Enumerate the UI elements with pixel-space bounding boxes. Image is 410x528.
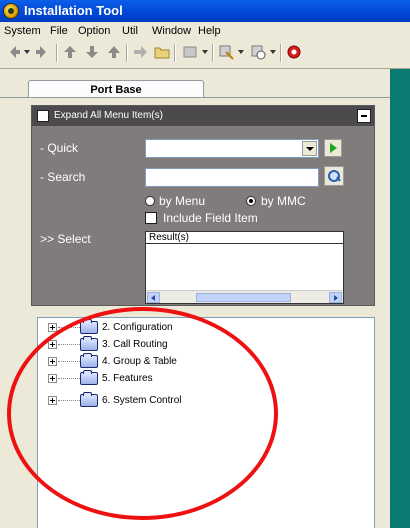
toolbar-separator (212, 44, 214, 62)
side-strip (390, 69, 410, 528)
upload-icon[interactable] (62, 44, 78, 60)
by-menu-radio[interactable] (145, 196, 155, 206)
quick-label: - Quick (40, 141, 79, 155)
menu-window[interactable]: Window (152, 25, 191, 37)
select-label: >> Select (40, 232, 91, 246)
result-column-header: Result(s) (145, 231, 344, 244)
tab-divider (0, 97, 390, 98)
collapse-button[interactable] (357, 109, 371, 123)
by-mmc-radio[interactable] (246, 196, 256, 206)
chevron-down-icon[interactable] (270, 50, 276, 54)
panel-header: Expand All Menu Item(s) (32, 106, 374, 126)
stop-icon[interactable] (286, 44, 302, 60)
download-icon[interactable] (84, 44, 100, 60)
toolbar (0, 40, 410, 69)
by-mmc-label: by MMC (261, 194, 306, 208)
tab-port-base[interactable]: Port Base (28, 80, 204, 98)
menu-help[interactable]: Help (198, 25, 221, 37)
up-icon[interactable] (106, 44, 122, 60)
go-button[interactable] (324, 139, 342, 157)
chevron-down-icon[interactable] (202, 50, 208, 54)
menu-util[interactable]: Util (122, 25, 138, 37)
toolbar-separator (280, 44, 282, 62)
menu-bar: System File Option Util Window Help (0, 22, 410, 40)
arrow-icon[interactable] (132, 44, 148, 60)
window-icon[interactable] (182, 44, 198, 60)
search-input[interactable] (145, 168, 319, 187)
chevron-down-icon[interactable] (238, 50, 244, 54)
toolbar-separator (126, 44, 128, 62)
include-field-label: Include Field Item (163, 211, 258, 225)
chevron-down-icon[interactable] (24, 50, 30, 54)
toolbar-separator (56, 44, 58, 62)
forward-icon[interactable] (34, 44, 50, 60)
chevron-down-icon[interactable] (302, 141, 317, 156)
schedule-icon[interactable] (250, 44, 266, 60)
scroll-left-icon[interactable] (147, 292, 160, 303)
expand-all-label: Expand All Menu Item(s) (54, 110, 163, 121)
app-icon (3, 3, 19, 19)
quick-combobox[interactable] (145, 139, 319, 158)
window-title: Installation Tool (24, 3, 123, 18)
scroll-right-icon[interactable] (329, 292, 342, 303)
annotation-circle (7, 307, 278, 520)
search-panel: Expand All Menu Item(s) - Quick - Search… (31, 105, 375, 306)
settings-icon[interactable] (218, 44, 234, 60)
include-field-checkbox[interactable] (145, 212, 157, 224)
menu-file[interactable]: File (50, 25, 68, 37)
toolbar-separator (174, 44, 176, 62)
horizontal-scrollbar[interactable] (146, 290, 343, 303)
open-folder-icon[interactable] (154, 44, 170, 60)
menu-system[interactable]: System (4, 25, 41, 37)
result-list[interactable] (145, 244, 344, 304)
expand-all-checkbox[interactable] (37, 110, 49, 122)
menu-option[interactable]: Option (78, 25, 110, 37)
search-label: - Search (40, 170, 86, 184)
search-icon[interactable] (324, 166, 344, 186)
by-menu-label: by Menu (159, 194, 206, 208)
title-bar[interactable]: Installation Tool (0, 0, 410, 22)
scroll-thumb[interactable] (196, 293, 291, 302)
back-icon[interactable] (6, 44, 22, 60)
